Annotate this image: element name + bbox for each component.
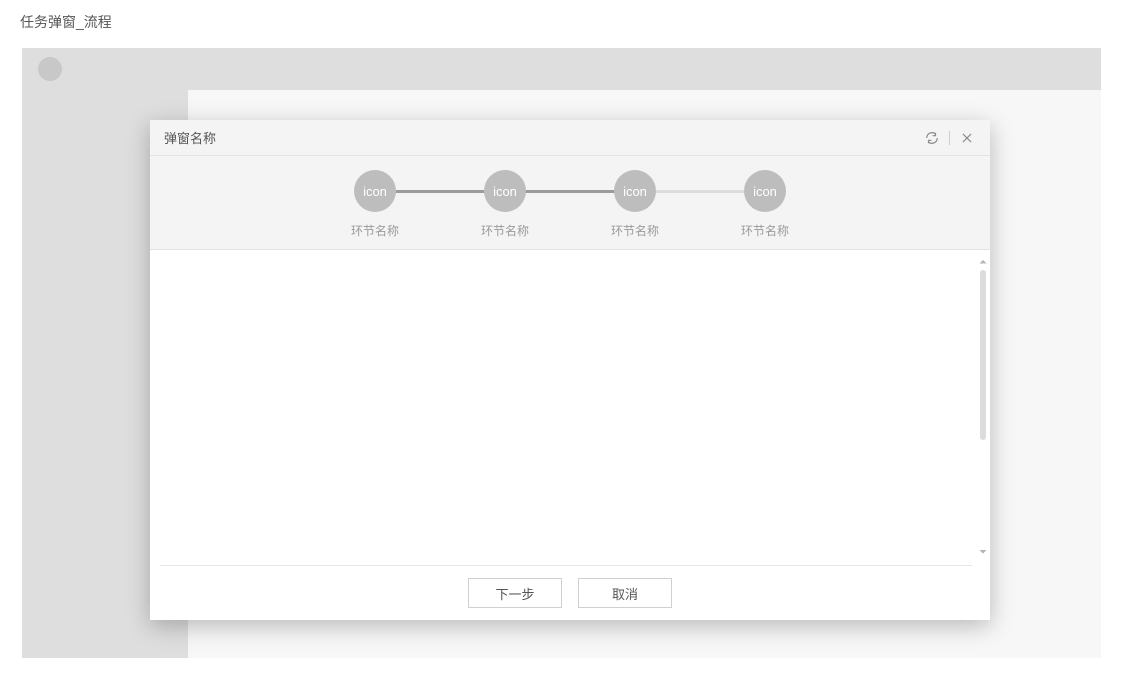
step-icon: icon (744, 170, 786, 212)
divider (949, 131, 950, 145)
scroll-bottom-icon[interactable]: ⏷ (979, 548, 987, 558)
stepper: icon 环节名称 icon 环节名称 icon 环节名称 icon 环节名称 (310, 170, 830, 239)
step-icon: icon (354, 170, 396, 212)
step-2[interactable]: icon 环节名称 (440, 170, 570, 239)
modal-content: ⏶ ⏷ (150, 250, 990, 566)
modal-header: 弹窗名称 (150, 120, 990, 156)
modal-footer: 下一步 取消 (150, 566, 990, 620)
modal: 弹窗名称 icon 环节名称 icon 环节名称 icon (150, 120, 990, 620)
close-icon[interactable] (958, 129, 976, 147)
modal-header-actions (923, 129, 976, 147)
step-3[interactable]: icon 环节名称 (570, 170, 700, 239)
step-icon: icon (614, 170, 656, 212)
cancel-button[interactable]: 取消 (578, 578, 672, 608)
step-label: 环节名称 (481, 222, 529, 239)
content-divider (160, 565, 972, 566)
page-title: 任务弹窗_流程 (0, 0, 1123, 44)
app-header (22, 48, 1101, 90)
step-1[interactable]: icon 环节名称 (310, 170, 440, 239)
refresh-icon[interactable] (923, 129, 941, 147)
scroll-thumb[interactable] (980, 270, 986, 440)
avatar (38, 57, 62, 81)
step-label: 环节名称 (741, 222, 789, 239)
step-4[interactable]: icon 环节名称 (700, 170, 830, 239)
modal-title: 弹窗名称 (164, 128, 923, 147)
step-icon: icon (484, 170, 526, 212)
step-label: 环节名称 (351, 222, 399, 239)
stepper-area: icon 环节名称 icon 环节名称 icon 环节名称 icon 环节名称 (150, 156, 990, 250)
step-label: 环节名称 (611, 222, 659, 239)
next-button[interactable]: 下一步 (468, 578, 562, 608)
scroll-top-icon[interactable]: ⏶ (979, 258, 987, 268)
scrollbar[interactable]: ⏶ ⏷ (979, 258, 987, 558)
